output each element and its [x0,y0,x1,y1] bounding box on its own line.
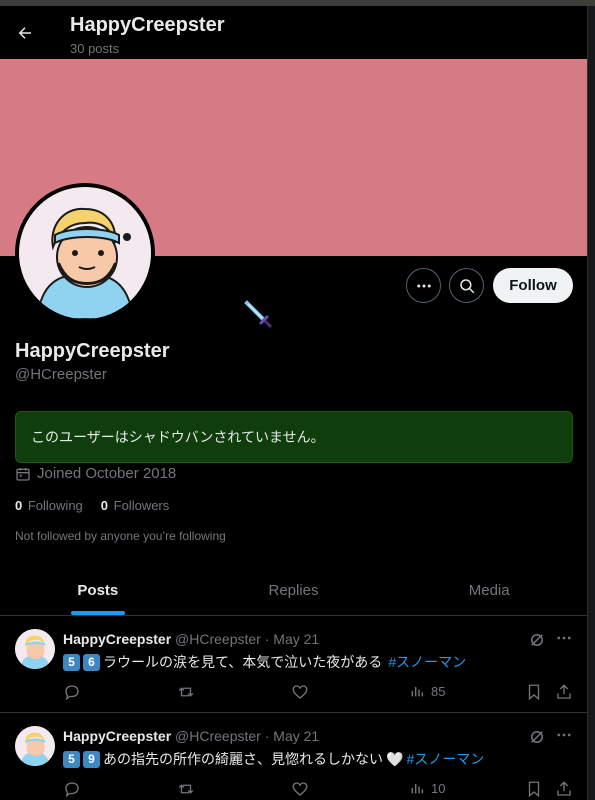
post-date[interactable]: May 21 [273,728,319,744]
profile-display-name: HappyCreepster [15,340,170,362]
like-button[interactable] [291,683,309,701]
follow-button[interactable]: Follow [493,268,573,303]
bookmark-icon [528,684,540,701]
post-separator: · [264,728,270,744]
followers-count: 0 [100,498,109,513]
repost-icon [178,687,194,697]
analytics-icon [411,687,424,697]
post-avatar[interactable] [15,629,55,669]
keycap-badge: 5 [63,653,80,671]
tab-posts-label: Posts [77,582,119,599]
shadowban-notice: このユーザーはシャドウバンされていません。 [15,411,573,463]
reply-button[interactable] [63,780,81,798]
followers-label: Followers [113,498,170,513]
arrow-left-icon [18,27,31,39]
post-separator: · [264,631,270,647]
post-body: あの指先の所作の綺麗さ、見惚れるしかない [103,751,383,767]
keycap-badge: 9 [83,750,100,768]
tab-posts[interactable]: Posts [0,566,196,615]
grok-icon[interactable] [528,728,546,751]
hashtag-link[interactable]: #スノーマン [388,652,466,672]
share-icon [557,684,571,699]
post-text: 5 6 ラウールの涙を見て、本気で泣いた夜がある #スノーマン [63,652,466,672]
following-count: 0 [15,498,23,513]
followers-link[interactable]: 0 Followers [101,498,169,513]
not-followed-note: Not followed by anyone you’re following [15,529,226,543]
more-horizontal-icon [416,284,431,287]
post-meta: HappyCreepster @HCreepster · May 21 [63,728,319,744]
joined-text: Joined October 2018 [37,465,177,482]
post-meta: HappyCreepster @HCreepster · May 21 [63,631,319,647]
avatar-illustration [15,726,55,766]
avatar-illustration [15,629,55,669]
post-author-name[interactable]: HappyCreepster [63,631,171,647]
post-body: ラウールの涙を見て、本気で泣いた夜がある [103,654,383,670]
search-button[interactable] [449,268,484,303]
sword-icon [243,299,275,336]
tab-media[interactable]: Media [391,566,587,615]
repost-button[interactable] [177,683,195,701]
post-item[interactable]: HappyCreepster @HCreepster · May 21 5 6 … [0,617,587,713]
bookmark-button[interactable] [525,683,543,701]
analytics-icon [411,784,424,794]
views-count: 85 [431,683,446,699]
profile-header: HappyCreepster 30 posts [0,6,587,59]
heart-icon [292,685,308,699]
views-button[interactable]: 10 [409,780,445,796]
profile-tabs: Posts Replies Media [0,566,587,616]
share-button[interactable] [555,780,573,798]
repost-icon [178,784,194,794]
keycap-badge: 6 [83,653,100,671]
tab-replies-label: Replies [268,582,319,599]
search-icon [459,278,474,293]
reply-button[interactable] [63,683,81,701]
white-heart-emoji: 🤍 [386,750,404,767]
post-date[interactable]: May 21 [273,631,319,647]
scrollbar[interactable] [587,6,595,800]
bookmark-button[interactable] [525,780,543,798]
back-button[interactable] [10,18,40,48]
shadowban-notice-text: このユーザーはシャドウバンされていません。 [31,429,325,445]
post-actions: 10 [63,780,575,800]
avatar-illustration [19,187,151,319]
post-author-handle[interactable]: @HCreepster [175,631,261,647]
bookmark-icon [528,781,540,798]
profile-avatar[interactable] [15,183,155,323]
views-button[interactable]: 85 [409,683,445,699]
heart-icon [292,782,308,796]
reply-icon [65,782,79,798]
post-avatar[interactable] [15,726,55,766]
grok-icon[interactable] [528,631,546,654]
post-more-icon[interactable] [555,726,573,749]
follow-stats: 0 Following 0 Followers [15,498,169,513]
hashtag-link[interactable]: #スノーマン [406,749,484,769]
like-button[interactable] [291,780,309,798]
share-icon [557,781,571,796]
tab-media-label: Media [468,582,510,599]
active-tab-indicator [70,611,125,615]
post-author-handle[interactable]: @HCreepster [175,728,261,744]
following-label: Following [27,498,83,513]
post-author-name[interactable]: HappyCreepster [63,728,171,744]
post-actions: 85 [63,683,575,703]
post-item[interactable]: HappyCreepster @HCreepster · May 21 5 9 … [0,714,587,800]
post-count: 30 posts [70,41,120,56]
joined-date: Joined October 2018 [15,465,176,482]
share-button[interactable] [555,683,573,701]
reply-icon [65,685,79,701]
post-more-icon[interactable] [555,629,573,652]
profile-handle: @HCreepster [15,366,107,383]
repost-button[interactable] [177,780,195,798]
tab-replies[interactable]: Replies [196,566,392,615]
keycap-badge: 5 [63,750,80,768]
views-count: 10 [431,780,446,796]
more-button[interactable] [406,268,441,303]
following-link[interactable]: 0 Following [15,498,83,513]
calendar-icon [16,467,30,481]
post-text: 5 9 あの指先の所作の綺麗さ、見惚れるしかない 🤍 #スノーマン [63,749,484,769]
header-title: HappyCreepster [70,14,225,36]
